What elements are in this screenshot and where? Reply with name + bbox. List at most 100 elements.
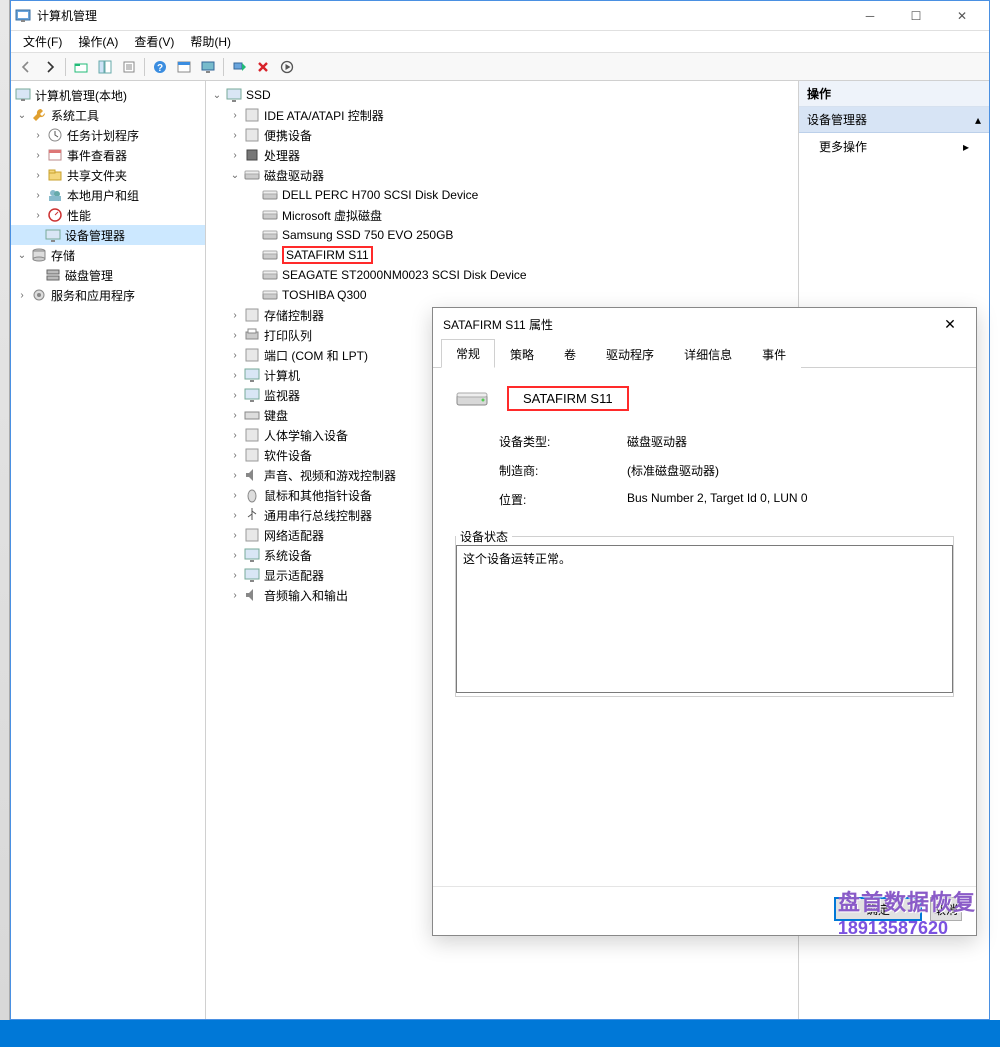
performance-icon — [47, 207, 63, 223]
device-item[interactable]: TOSHIBA Q300 — [206, 285, 798, 305]
tab-driver[interactable]: 驱动程序 — [591, 340, 669, 368]
dialog-close-button[interactable]: ✕ — [934, 309, 966, 339]
expander-icon[interactable]: › — [228, 468, 242, 482]
expander-icon[interactable]: ⌄ — [210, 88, 224, 102]
device-label: 处理器 — [264, 147, 300, 164]
expander-icon[interactable]: › — [31, 128, 45, 142]
expander-icon[interactable]: › — [228, 568, 242, 582]
close-button[interactable]: ✕ — [939, 1, 985, 30]
menu-help[interactable]: 帮助(H) — [182, 31, 239, 52]
tb-monitor[interactable] — [197, 56, 219, 78]
tree-item-local-users[interactable]: › 本地用户和组 — [11, 185, 205, 205]
console-tree[interactable]: 计算机管理(本地) ⌄ 系统工具 › 任务计划程序 › 事件查看器 › 共 — [11, 81, 206, 1019]
expander-icon[interactable]: › — [228, 408, 242, 422]
expander-icon[interactable]: › — [228, 588, 242, 602]
tree-group-storage[interactable]: ⌄ 存储 — [11, 245, 205, 265]
expander-icon[interactable]: › — [228, 108, 242, 122]
device-item[interactable]: DELL PERC H700 SCSI Disk Device — [206, 185, 798, 205]
device-label: 软件设备 — [264, 447, 312, 464]
device-category[interactable]: ›IDE ATA/ATAPI 控制器 — [206, 105, 798, 125]
tb-help[interactable]: ? — [149, 56, 171, 78]
device-label: 存储控制器 — [264, 307, 324, 324]
device-label: TOSHIBA Q300 — [282, 288, 367, 302]
tree-item-event-viewer[interactable]: › 事件查看器 — [11, 145, 205, 165]
expander-icon[interactable]: › — [228, 508, 242, 522]
expander-icon[interactable]: › — [31, 188, 45, 202]
device-label: 便携设备 — [264, 127, 312, 144]
tree-root[interactable]: 计算机管理(本地) — [11, 85, 205, 105]
menu-view[interactable]: 查看(V) — [126, 31, 182, 52]
category-icon — [244, 547, 260, 563]
device-status-text[interactable] — [456, 545, 953, 693]
tb-showtree[interactable] — [94, 56, 116, 78]
host-left-strip — [0, 0, 10, 1020]
tree-group-services[interactable]: › 服务和应用程序 — [11, 285, 205, 305]
menu-action[interactable]: 操作(A) — [70, 31, 126, 52]
tb-uninstall[interactable] — [252, 56, 274, 78]
tree-item-task-scheduler[interactable]: › 任务计划程序 — [11, 125, 205, 145]
expander-icon[interactable]: › — [228, 448, 242, 462]
expander-icon[interactable]: ⌄ — [15, 248, 29, 262]
expander-icon[interactable]: › — [228, 488, 242, 502]
device-label: 人体学输入设备 — [264, 427, 348, 444]
tb-back[interactable] — [15, 56, 37, 78]
tab-details[interactable]: 详细信息 — [669, 340, 747, 368]
expander-icon[interactable]: › — [31, 168, 45, 182]
tree-item-disk-mgmt[interactable]: 磁盘管理 — [11, 265, 205, 285]
tb-forward[interactable] — [39, 56, 61, 78]
expander-icon[interactable]: › — [228, 128, 242, 142]
device-item[interactable]: Samsung SSD 750 EVO 250GB — [206, 225, 798, 245]
expander-icon[interactable]: › — [228, 348, 242, 362]
tab-general[interactable]: 常规 — [441, 339, 495, 368]
tree-item-performance[interactable]: › 性能 — [11, 205, 205, 225]
device-item[interactable]: SEAGATE ST2000NM0023 SCSI Disk Device — [206, 265, 798, 285]
tb-scan-hardware[interactable] — [228, 56, 250, 78]
expander-icon[interactable]: › — [228, 428, 242, 442]
expander-icon[interactable]: › — [31, 208, 45, 222]
expander-icon[interactable]: › — [228, 528, 242, 542]
device-label: 端口 (COM 和 LPT) — [264, 347, 368, 364]
tb-showhide[interactable] — [173, 56, 195, 78]
device-label: 显示适配器 — [264, 567, 324, 584]
prop-location-value: Bus Number 2, Target Id 0, LUN 0 — [627, 491, 954, 508]
device-label: Microsoft 虚拟磁盘 — [282, 207, 382, 224]
device-category[interactable]: › 处理器 — [206, 145, 798, 165]
actions-header: 操作 — [799, 81, 989, 107]
actions-section[interactable]: 设备管理器 ▴ — [799, 107, 989, 133]
menu-file[interactable]: 文件(F) — [15, 31, 70, 52]
device-item[interactable]: SATAFIRM S11 — [206, 245, 798, 265]
expander-icon[interactable]: ⌄ — [228, 168, 242, 182]
tree-item-device-manager[interactable]: 设备管理器 — [11, 225, 205, 245]
device-category[interactable]: › 便携设备 — [206, 125, 798, 145]
tab-policies[interactable]: 策略 — [495, 340, 549, 368]
expander-icon[interactable]: › — [228, 328, 242, 342]
category-icon — [244, 327, 260, 343]
title-bar[interactable]: 计算机管理 ─ ☐ ✕ — [11, 1, 989, 31]
actions-more[interactable]: 更多操作 ▸ — [799, 133, 989, 160]
tab-volumes[interactable]: 卷 — [549, 340, 591, 368]
dialog-title-bar[interactable]: SATAFIRM S11 属性 ✕ — [433, 308, 976, 340]
maximize-button[interactable]: ☐ — [893, 1, 939, 30]
minimize-button[interactable]: ─ — [847, 1, 893, 30]
disk-drive-icon — [262, 247, 278, 263]
device-category[interactable]: ⌄磁盘驱动器 — [206, 165, 798, 185]
tree-item-shared-folders[interactable]: › 共享文件夹 — [11, 165, 205, 185]
expander-icon[interactable]: › — [228, 388, 242, 402]
expander-icon[interactable]: › — [15, 288, 29, 302]
tab-events[interactable]: 事件 — [747, 340, 801, 368]
svg-text:?: ? — [157, 63, 163, 74]
device-label: Samsung SSD 750 EVO 250GB — [282, 228, 453, 242]
expander-icon[interactable]: › — [228, 548, 242, 562]
tree-group-system-tools[interactable]: ⌄ 系统工具 — [11, 105, 205, 125]
tb-properties[interactable] — [118, 56, 140, 78]
expander-icon[interactable]: › — [228, 308, 242, 322]
expander-icon[interactable]: ⌄ — [15, 108, 29, 122]
device-root[interactable]: ⌄SSD — [206, 85, 798, 105]
expander-icon[interactable]: › — [228, 368, 242, 382]
expander-icon[interactable]: › — [228, 148, 242, 162]
tb-uplevel[interactable] — [70, 56, 92, 78]
device-item[interactable]: Microsoft 虚拟磁盘 — [206, 205, 798, 225]
device-manager-icon — [45, 227, 61, 243]
tb-enable[interactable] — [276, 56, 298, 78]
expander-icon[interactable]: › — [31, 148, 45, 162]
